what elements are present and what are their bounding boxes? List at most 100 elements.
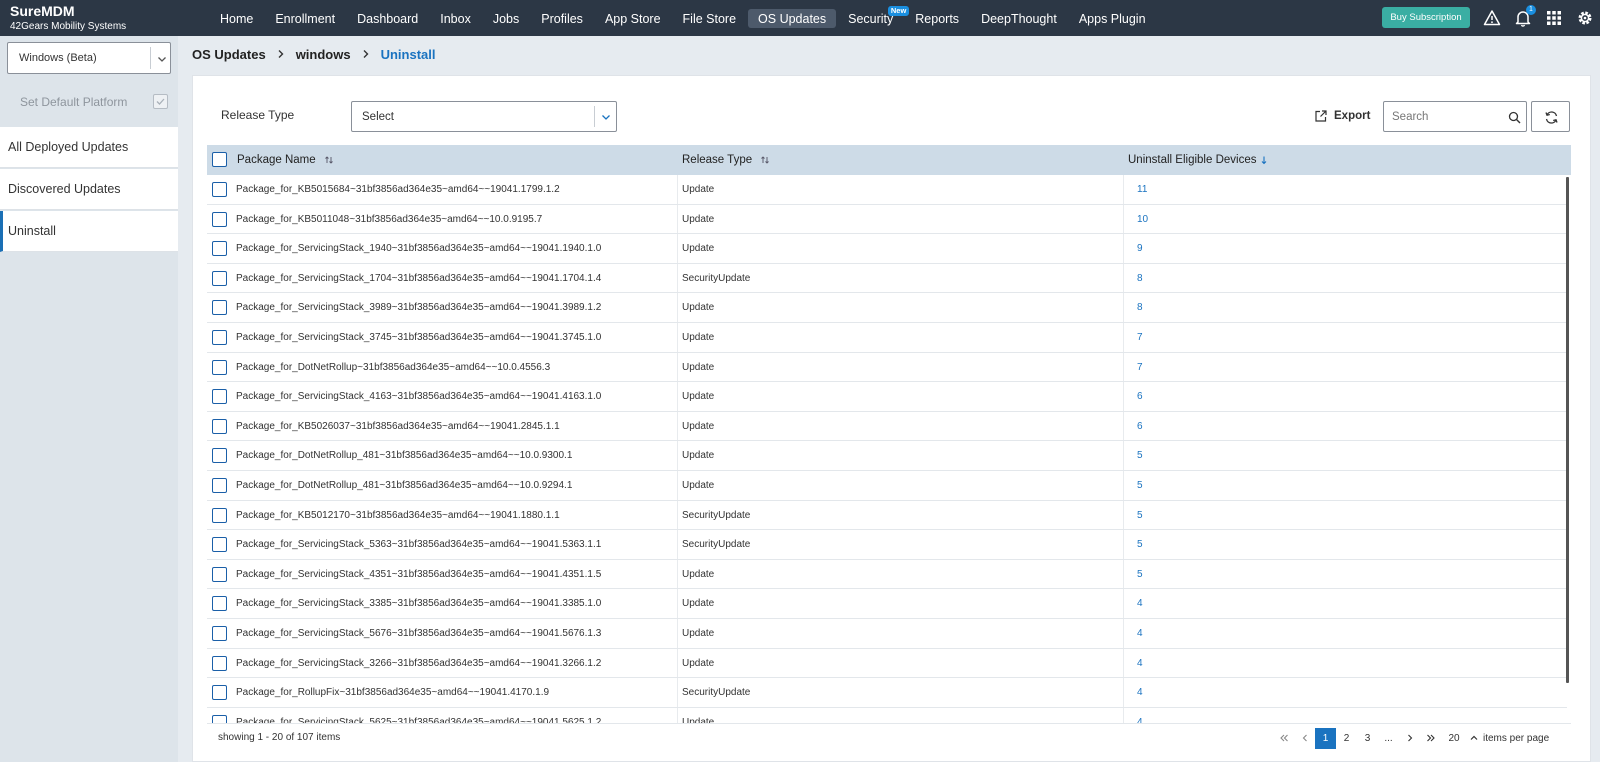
platform-select[interactable]: Windows (Beta) (7, 42, 171, 74)
next-page-button[interactable] (1399, 728, 1420, 749)
items-per-page-value[interactable]: 20 (1441, 728, 1467, 749)
eligible-devices-count[interactable]: 6 (1137, 391, 1143, 402)
row-checkbox[interactable] (212, 359, 227, 375)
previous-page-button[interactable] (1294, 728, 1315, 749)
row-checkbox[interactable] (212, 211, 227, 227)
eligible-devices-count[interactable]: 5 (1137, 569, 1143, 580)
table-row[interactable]: Package_for_ServicingStack_1704~31bf3856… (207, 264, 1567, 294)
last-page-button[interactable] (1420, 728, 1441, 749)
export-button[interactable]: Export (1314, 107, 1370, 125)
page-button-2[interactable]: 2 (1336, 728, 1357, 749)
settings-gear-icon[interactable] (1576, 9, 1594, 27)
table-row[interactable]: Package_for_KB5015684~31bf3856ad364e35~a… (207, 175, 1567, 205)
refresh-button[interactable] (1531, 101, 1570, 132)
row-checkbox[interactable] (212, 537, 227, 553)
sidebar-item-uninstall[interactable]: Uninstall (0, 211, 178, 252)
eligible-devices-count[interactable]: 4 (1137, 687, 1143, 698)
release-type-select[interactable]: Select (351, 101, 617, 132)
set-default-platform-checkbox[interactable] (153, 94, 168, 109)
breadcrumb-windows[interactable]: windows (296, 47, 351, 62)
column-header-release-type[interactable]: Release Type (682, 154, 770, 166)
row-checkbox[interactable] (212, 389, 227, 405)
eligible-devices-count[interactable]: 8 (1137, 273, 1143, 284)
table-row[interactable]: Package_for_DotNetRollup_481~31bf3856ad3… (207, 471, 1567, 501)
breadcrumb-os-updates[interactable]: OS Updates (192, 47, 266, 62)
row-checkbox[interactable] (212, 566, 227, 582)
table-row[interactable]: Package_for_ServicingStack_3385~31bf3856… (207, 589, 1567, 619)
table-row[interactable]: Package_for_ServicingStack_5676~31bf3856… (207, 619, 1567, 649)
row-checkbox[interactable] (212, 300, 227, 316)
table-row[interactable]: Package_for_ServicingStack_3266~31bf3856… (207, 649, 1567, 679)
nav-item-profiles[interactable]: Profiles (531, 9, 593, 28)
row-checkbox[interactable] (212, 241, 227, 257)
nav-item-jobs[interactable]: Jobs (483, 9, 529, 28)
row-checkbox[interactable] (212, 655, 227, 671)
search-icon[interactable] (1508, 111, 1521, 124)
table-row[interactable]: Package_for_DotNetRollup_481~31bf3856ad3… (207, 441, 1567, 471)
nav-item-security[interactable]: Security New (838, 6, 910, 28)
row-checkbox[interactable] (212, 330, 227, 345)
warning-icon[interactable] (1483, 9, 1501, 27)
eligible-devices-count[interactable]: 5 (1137, 450, 1143, 461)
column-header-uninstall-eligible-devices[interactable]: Uninstall Eligible Devices (1128, 154, 1268, 166)
nav-item-os-updates[interactable]: OS Updates (748, 9, 837, 28)
row-checkbox[interactable] (212, 596, 227, 612)
row-checkbox[interactable] (212, 448, 227, 464)
select-all-checkbox[interactable] (212, 152, 227, 167)
eligible-devices-count[interactable]: 4 (1137, 658, 1143, 669)
row-checkbox[interactable] (212, 478, 227, 493)
nav-item-dashboard[interactable]: Dashboard (347, 9, 428, 28)
eligible-devices-count[interactable]: 5 (1137, 510, 1143, 521)
first-page-button[interactable] (1273, 728, 1294, 749)
table-row[interactable]: Package_for_KB5011048~31bf3856ad364e35~a… (207, 205, 1567, 235)
nav-item-inbox[interactable]: Inbox (430, 9, 481, 28)
eligible-devices-count[interactable]: 5 (1137, 539, 1143, 550)
sidebar-item-all-deployed-updates[interactable]: All Deployed Updates (0, 127, 178, 168)
table-scrollbar[interactable] (1566, 177, 1569, 683)
table-row[interactable]: Package_for_KB5012170~31bf3856ad364e35~a… (207, 501, 1567, 531)
eligible-devices-count[interactable]: 8 (1137, 302, 1143, 313)
nav-item-app-store[interactable]: App Store (595, 9, 671, 28)
sidebar-item-discovered-updates[interactable]: Discovered Updates (0, 169, 178, 210)
eligible-devices-count[interactable]: 7 (1137, 362, 1143, 373)
page-ellipsis[interactable]: ... (1378, 728, 1399, 749)
page-button-3[interactable]: 3 (1357, 728, 1378, 749)
table-row[interactable]: Package_for_KB5026037~31bf3856ad364e35~a… (207, 412, 1567, 442)
table-row[interactable]: Package_for_DotNetRollup~31bf3856ad364e3… (207, 353, 1567, 383)
column-header-package-name[interactable]: Package Name (237, 154, 334, 166)
eligible-devices-count[interactable]: 6 (1137, 421, 1143, 432)
table-row[interactable]: Package_for_ServicingStack_3745~31bf3856… (207, 323, 1567, 353)
page-button-1[interactable]: 1 (1315, 727, 1336, 749)
buy-subscription-button[interactable]: Buy Subscription (1382, 7, 1470, 28)
table-row[interactable]: Package_for_ServicingStack_4163~31bf3856… (207, 382, 1567, 412)
items-per-page-select[interactable]: items per page (1469, 733, 1549, 744)
eligible-devices-count[interactable]: 4 (1137, 598, 1143, 609)
table-row[interactable]: Package_for_ServicingStack_3989~31bf3856… (207, 293, 1567, 323)
notification-bell-icon[interactable]: 1 (1514, 5, 1536, 27)
eligible-devices-count[interactable]: 10 (1137, 214, 1148, 225)
nav-item-apps-plugin[interactable]: Apps Plugin (1069, 9, 1156, 28)
table-row[interactable]: Package_for_ServicingStack_5625~31bf3856… (207, 708, 1567, 723)
nav-item-deepthought[interactable]: DeepThought (971, 9, 1067, 28)
table-row[interactable]: Package_for_ServicingStack_5363~31bf3856… (207, 530, 1567, 560)
eligible-devices-count[interactable]: 9 (1137, 243, 1143, 254)
table-row[interactable]: Package_for_ServicingStack_4351~31bf3856… (207, 560, 1567, 590)
eligible-devices-count[interactable]: 11 (1137, 184, 1147, 195)
eligible-devices-count[interactable]: 5 (1137, 480, 1143, 491)
nav-item-file-store[interactable]: File Store (673, 9, 747, 28)
row-checkbox[interactable] (212, 418, 227, 434)
row-checkbox[interactable] (212, 507, 227, 523)
table-row[interactable]: Package_for_ServicingStack_1940~31bf3856… (207, 234, 1567, 264)
row-checkbox[interactable] (212, 270, 227, 286)
apps-grid-icon[interactable] (1545, 9, 1563, 27)
nav-item-enrollment[interactable]: Enrollment (265, 9, 345, 28)
table-row[interactable]: Package_for_RollupFix~31bf3856ad364e35~a… (207, 678, 1567, 708)
nav-item-home[interactable]: Home (210, 9, 263, 28)
nav-item-reports[interactable]: Reports (905, 9, 969, 28)
row-checkbox[interactable] (212, 182, 227, 197)
row-checkbox[interactable] (212, 626, 227, 641)
eligible-devices-count[interactable]: 4 (1137, 628, 1143, 639)
row-checkbox[interactable] (212, 685, 227, 701)
row-checkbox[interactable] (212, 714, 227, 723)
brand-logo[interactable]: SureMDM 42Gears Mobility Systems (10, 3, 126, 33)
